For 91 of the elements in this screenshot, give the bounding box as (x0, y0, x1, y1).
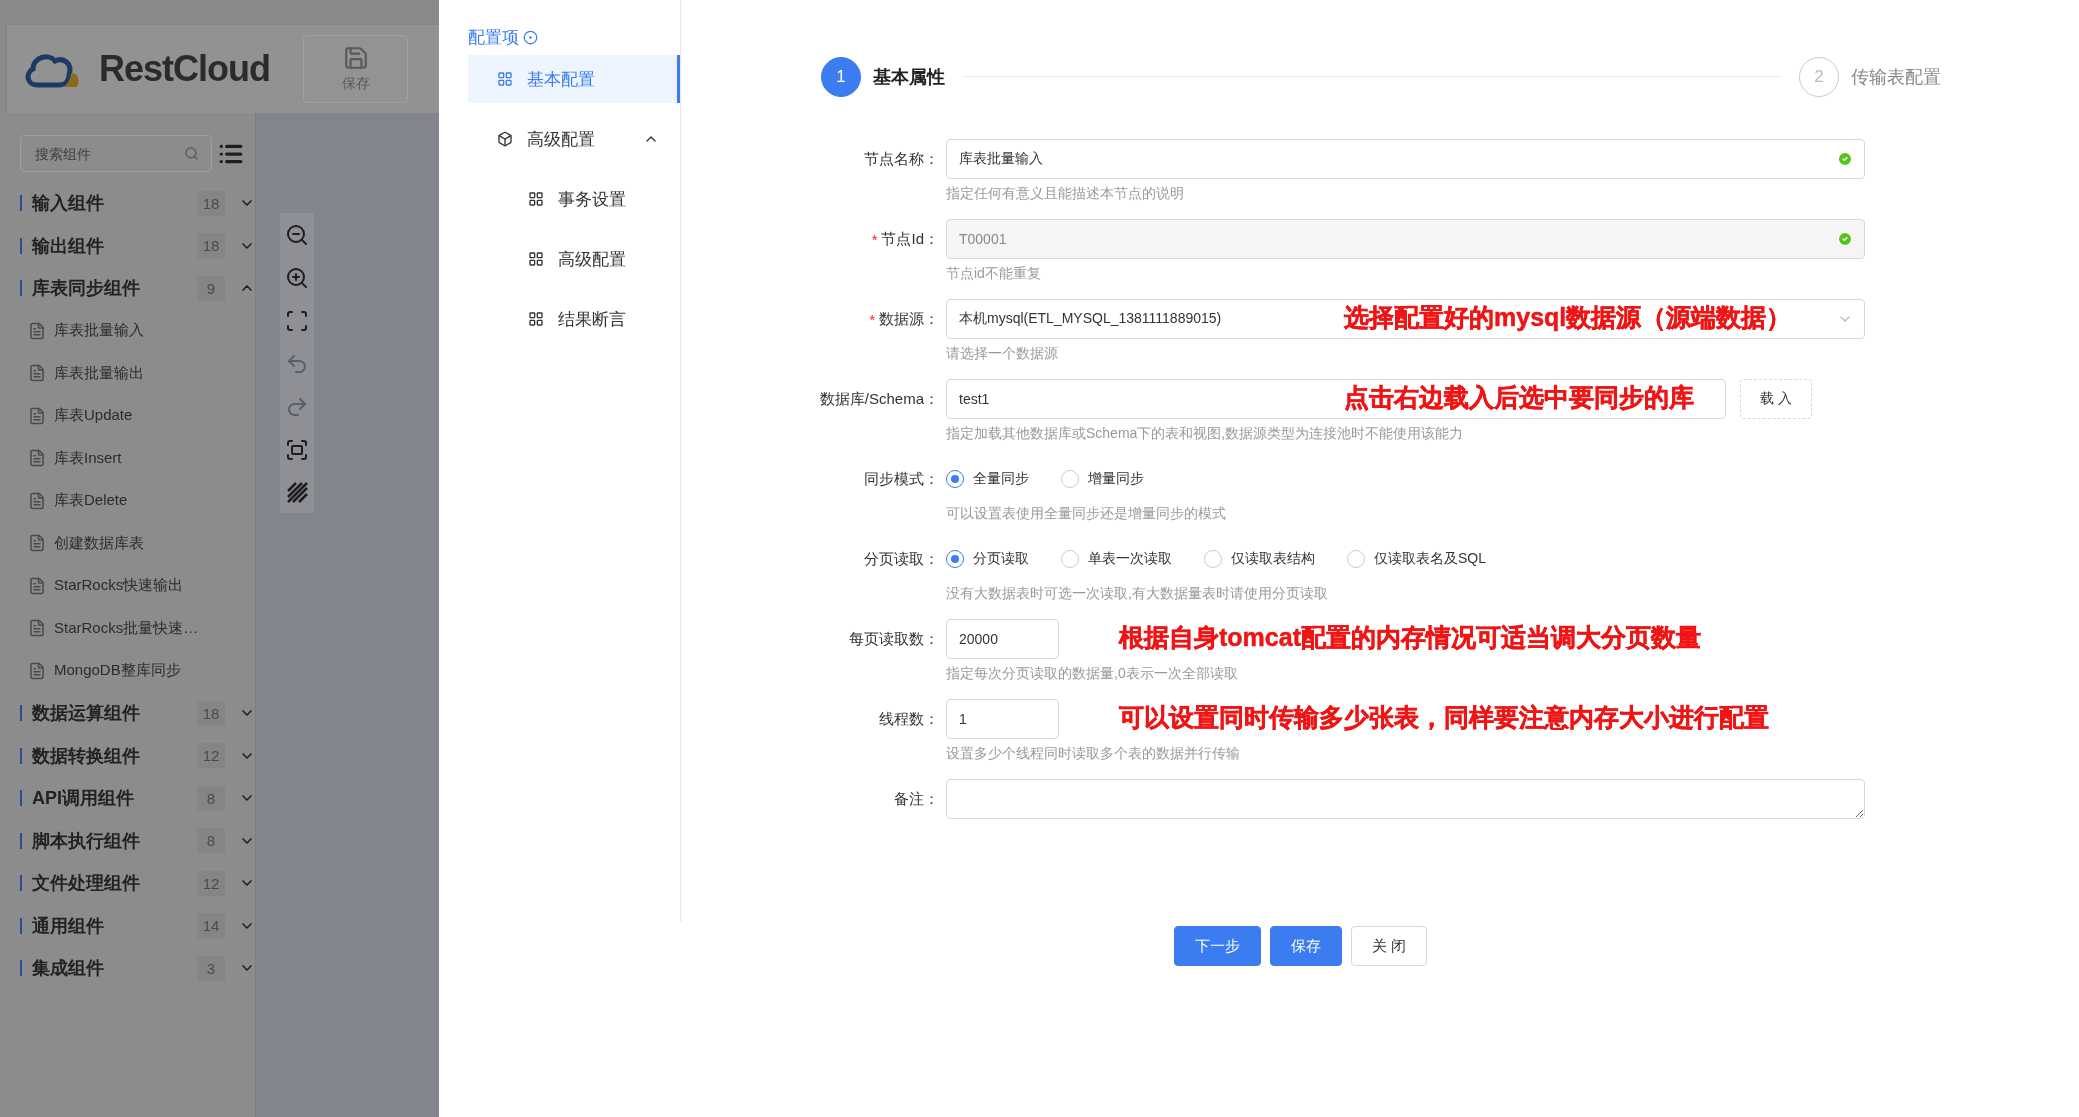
menu-item[interactable]: 高级配置 (468, 115, 680, 163)
step-title: 基本属性 (873, 65, 945, 89)
component-item[interactable]: 库表Insert (54, 448, 122, 468)
number-field[interactable]: 20000 (946, 619, 1059, 659)
field-label: 节点Id： (881, 229, 939, 249)
required-mark: * (869, 310, 875, 328)
field-label: 数据库/Schema： (819, 389, 939, 409)
field-label: 分页读取： (864, 549, 939, 569)
help-text: 没有大数据表时可选一次读取,有大数据量表时请使用分页读取 (946, 585, 1329, 603)
logo-text: RestCloud (99, 48, 270, 90)
settings-icon (523, 30, 538, 45)
radio-option[interactable]: 单表一次读取 (1061, 550, 1172, 568)
field-label: 节点名称： (864, 149, 939, 169)
count-badge: 12 (197, 870, 225, 896)
count-badge: 9 (197, 275, 225, 301)
component-item[interactable]: 库表批量输出 (54, 363, 144, 383)
component-item[interactable]: StarRocks快速输出 (54, 576, 184, 596)
grid-icon (528, 251, 544, 267)
action-button[interactable]: 保存 (1270, 926, 1342, 966)
help-text: 指定每次分页读取的数据量,0表示一次全部读取 (946, 665, 1239, 683)
radio-option[interactable]: 增量同步 (1061, 470, 1144, 488)
load-button[interactable]: 载 入 (1740, 379, 1812, 419)
menu-item[interactable]: 基本配置 (468, 55, 680, 103)
count-badge: 18 (197, 700, 225, 726)
component-item[interactable]: 创建数据库表 (54, 533, 144, 553)
radio-option[interactable]: 仅读取表结构 (1204, 550, 1315, 568)
textarea-field[interactable] (946, 779, 1865, 819)
help-text: 节点id不能重复 (946, 265, 1042, 283)
component-item[interactable]: 库表Delete (54, 491, 128, 511)
help-text: 可以设置表使用全量同步还是增量同步的模式 (946, 505, 1227, 523)
step-number: 1 (821, 56, 861, 97)
save-icon (342, 45, 369, 71)
document-icon (28, 449, 46, 468)
zoom-out-icon[interactable] (285, 223, 309, 247)
count-badge: 18 (197, 190, 225, 216)
menu-item[interactable]: 事务设置 (468, 175, 680, 223)
help-text: 指定加载其他数据库或Schema下的表和视图,数据源类型为连接池时不能使用该能力 (946, 425, 1465, 443)
count-badge: 8 (197, 828, 225, 854)
radio-option[interactable]: 仅读取表名及SQL (1347, 550, 1486, 568)
cube-icon (497, 131, 513, 147)
fullscreen-icon[interactable] (285, 438, 309, 462)
search-field[interactable]: 搜索组件 (20, 135, 212, 172)
document-icon (28, 661, 46, 680)
grid-icon (528, 191, 544, 207)
search-icon (184, 146, 199, 161)
grid-icon (497, 71, 513, 87)
field-label: 每页读取数： (849, 629, 939, 649)
component-item[interactable]: 库表批量输入 (54, 321, 144, 341)
help-text: 设置多少个线程同时读取多个表的数据并行传输 (946, 745, 1241, 763)
field-label: 备注： (894, 789, 939, 809)
document-icon (28, 491, 46, 510)
radio-option[interactable]: 分页读取 (946, 550, 1029, 568)
document-icon (28, 619, 46, 638)
component-item[interactable]: StarRocks批量快速… (54, 618, 199, 638)
required-mark: * (871, 230, 878, 248)
fit-view-icon[interactable] (285, 309, 309, 333)
annotation-text: 点击右边载入后选中要同步的库 (1344, 382, 1694, 413)
radio-option[interactable]: 全量同步 (946, 470, 1029, 488)
annotation-text: 可以设置同时传输多少张表，同样要注意内存大小进行配置 (1119, 702, 1769, 733)
menu-title: 配置项 (468, 27, 519, 49)
document-icon (28, 364, 46, 383)
field-label: 线程数： (879, 709, 939, 729)
document-icon (28, 534, 46, 553)
field-label: 同步模式： (864, 469, 939, 489)
menu-item[interactable]: 结果断言 (468, 295, 680, 343)
annotation-text: 根据自身tomcat配置的内存情况可适当调大分页数量 (1119, 622, 1701, 653)
count-badge: 18 (197, 233, 225, 259)
count-badge: 14 (197, 913, 225, 939)
zoom-in-icon[interactable] (285, 266, 309, 290)
action-button[interactable]: 关 闭 (1351, 926, 1428, 966)
component-item[interactable]: MongoDB整库同步 (54, 661, 181, 681)
annotation-text: 选择配置好的mysql数据源（源端数据） (1344, 302, 1792, 333)
hatch-icon[interactable] (286, 481, 308, 503)
component-item[interactable]: 库表Update (54, 406, 133, 426)
count-badge: 3 (197, 955, 225, 981)
number-field[interactable]: 1 (946, 699, 1059, 739)
count-badge: 8 (197, 785, 225, 811)
document-icon (28, 406, 46, 425)
document-icon (28, 321, 46, 340)
text-field[interactable]: 库表批量输入 (946, 139, 1865, 179)
help-text: 请选择一个数据源 (946, 345, 1059, 363)
field-label: 数据源： (879, 309, 939, 329)
action-button[interactable]: 下一步 (1174, 926, 1261, 966)
grid-icon (528, 311, 544, 327)
step-title: 传输表配置 (1851, 65, 1941, 89)
menu-item[interactable]: 高级配置 (468, 235, 680, 283)
step-number: 2 (1799, 56, 1839, 97)
document-icon (28, 576, 46, 595)
count-badge: 12 (197, 743, 225, 769)
help-text: 指定任何有意义且能描述本节点的说明 (946, 185, 1185, 203)
search-input[interactable]: 搜索组件 (33, 144, 184, 163)
